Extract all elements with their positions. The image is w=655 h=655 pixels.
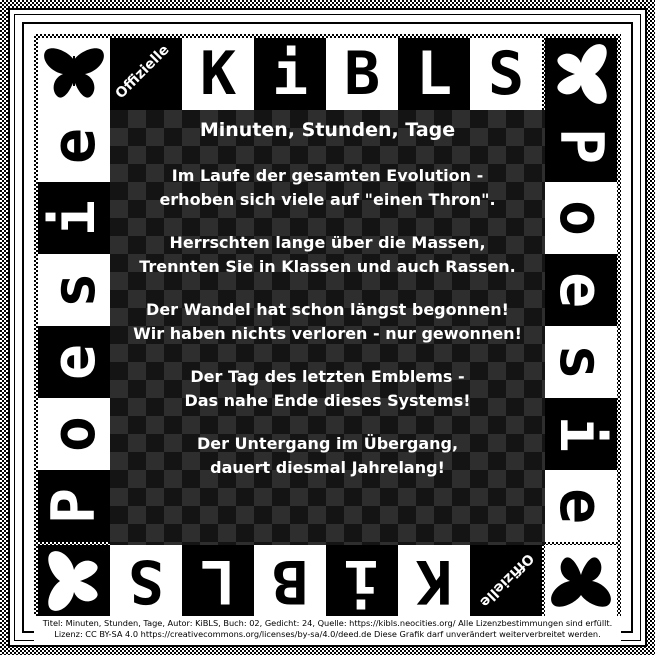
right-letter-p: P (545, 110, 617, 182)
left-letter-e-1: e (38, 326, 110, 398)
top-letter-i: i (254, 38, 326, 110)
poem-line: Im Laufe der gesamten Evolution - (171, 166, 484, 185)
bottom-letter-k: K (398, 545, 470, 617)
top-letter-l: L (398, 38, 470, 110)
poem-line: Wir haben nichts verloren - nur gewonnen… (133, 324, 522, 343)
stanza: Der Wandel hat schon längst begonnen! Wi… (110, 298, 545, 346)
bottom-letter-s: S (110, 545, 182, 617)
right-letter-e-2: e (545, 470, 617, 542)
left-letter-o: o (38, 398, 110, 470)
right-letter-e-1: e (545, 254, 617, 326)
stanza: Herrschten lange über die Massen, Trennt… (110, 231, 545, 279)
left-letter-s: s (38, 254, 110, 326)
poster: Offizielle K i B L S S L B i K Offiziell… (0, 0, 655, 655)
corner-tile-bottom-right (545, 545, 617, 617)
top-letter-k: K (182, 38, 254, 110)
corner-tile-top-right (545, 38, 617, 110)
butterfly-icon (551, 557, 611, 607)
left-letter-p: P (38, 470, 110, 542)
butterfly-icon (557, 44, 607, 104)
corner-tile-bottom-left (38, 545, 110, 617)
stanza: Der Untergang im Übergang, dauert diesma… (110, 432, 545, 480)
poem-line: Der Untergang im Übergang, (196, 434, 459, 453)
right-letter-s: s (545, 326, 617, 398)
poem-line: Das nahe Ende dieses Systems! (184, 391, 471, 410)
stanza: Der Tag des letzten Emblems - Das nahe E… (110, 365, 545, 413)
poem-line: Trennten Sie in Klassen und auch Rassen. (139, 257, 516, 276)
left-letter-i: i (38, 182, 110, 254)
footer-line-1: Titel: Minuten, Stunden, Tage, Autor: Ki… (42, 618, 613, 628)
right-letter-i: i (545, 398, 617, 470)
poem-line: Herrschten lange über die Massen, (169, 233, 486, 252)
poem-line: Der Tag des letzten Emblems - (190, 367, 465, 386)
poem-title: Minuten, Stunden, Tage (199, 119, 456, 141)
top-letter-s: S (470, 38, 542, 110)
bottom-letter-b: B (254, 545, 326, 617)
poem-line: erhoben sich viele auf "einen Thron". (159, 190, 496, 209)
footer-line-2: Lizenz: CC BY-SA 4.0 https://creativecom… (54, 629, 601, 639)
butterfly-icon (44, 48, 104, 98)
butterfly-icon (48, 551, 98, 611)
corner-tile-top-left (38, 38, 110, 110)
license-footer: Titel: Minuten, Stunden, Tage, Autor: Ki… (34, 616, 621, 641)
poem-line: Der Wandel hat schon längst begonnen! (146, 300, 509, 319)
poem: Minuten, Stunden, Tage Im Laufe der gesa… (110, 118, 545, 499)
top-letter-b: B (326, 38, 398, 110)
bottom-letter-i: i (326, 545, 398, 617)
bottom-letter-l: L (182, 545, 254, 617)
poem-line: dauert diesmal Jahrelang! (210, 458, 445, 477)
stanza: Im Laufe der gesamten Evolution - erhobe… (110, 164, 545, 212)
right-letter-o: o (545, 182, 617, 254)
left-letter-e-2: e (38, 110, 110, 182)
